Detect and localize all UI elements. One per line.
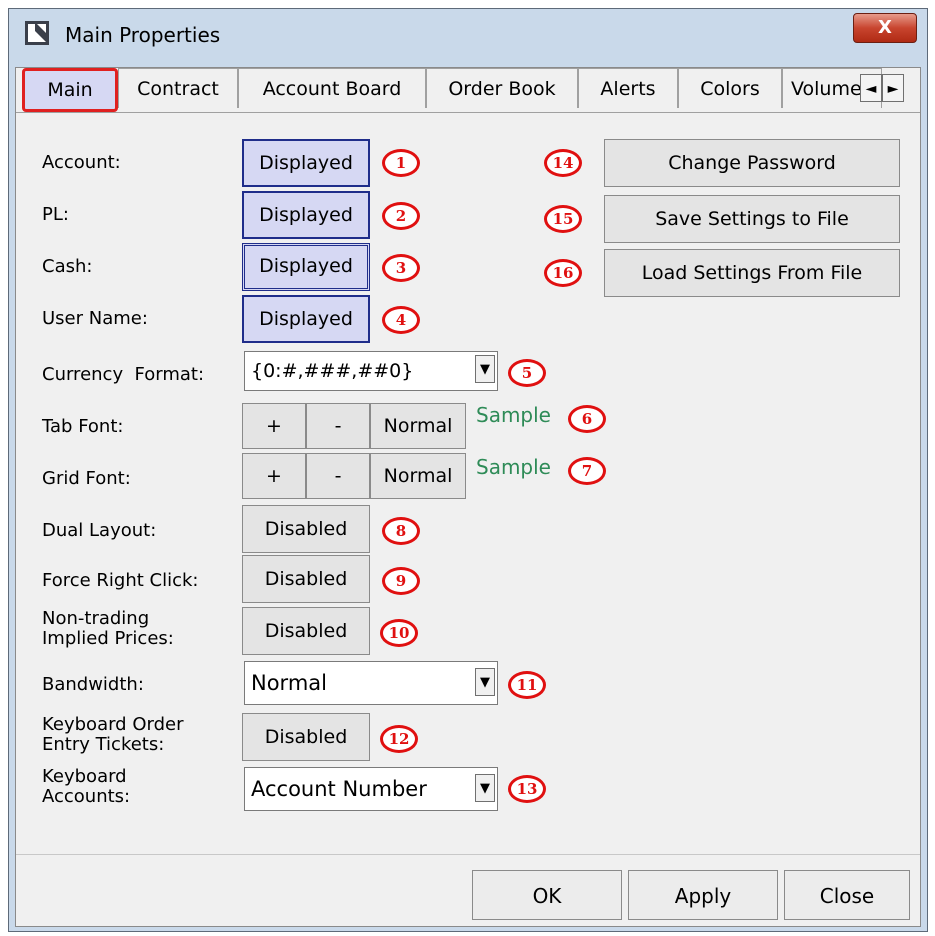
tab-font-increase-button[interactable]: +	[242, 403, 306, 449]
tab-contract[interactable]: Contract	[118, 68, 238, 108]
apply-button[interactable]: Apply	[628, 870, 778, 920]
keyboard-order-label-line1: Keyboard Order	[42, 714, 184, 735]
account-label: Account:	[42, 152, 121, 173]
keyboard-accounts-value: Account Number	[251, 777, 427, 801]
currency-format-value: {0:#,###,##0}	[251, 360, 414, 382]
badge-5: 5	[508, 359, 546, 387]
badge-7: 7	[568, 457, 606, 485]
chevron-down-icon[interactable]: ▼	[475, 668, 495, 696]
badge-11: 11	[508, 671, 546, 699]
badge-10: 10	[380, 619, 418, 647]
badge-16: 16	[544, 259, 582, 287]
bandwidth-select[interactable]: Normal ▼	[244, 661, 498, 705]
badge-1: 1	[382, 149, 420, 177]
grid-font-increase-button[interactable]: +	[242, 453, 306, 499]
tab-main[interactable]: Main	[22, 68, 118, 112]
currency-format-select[interactable]: {0:#,###,##0} ▼	[244, 351, 498, 391]
dialog-client: Main Contract Account Board Order Book A…	[15, 67, 921, 927]
main-tab-panel: Account: Displayed 1 PL: Displayed 2 Cas…	[16, 112, 920, 853]
force-right-click-label: Force Right Click:	[42, 570, 199, 591]
badge-13: 13	[508, 775, 546, 803]
badge-15: 15	[544, 205, 582, 233]
non-trading-label-line1: Non-trading	[42, 608, 150, 629]
dual-layout-toggle-button[interactable]: Disabled	[242, 505, 370, 553]
badge-3: 3	[382, 254, 420, 282]
tab-colors[interactable]: Colors	[678, 68, 782, 108]
window-title: Main Properties	[65, 23, 221, 47]
app-icon	[25, 21, 49, 45]
pl-toggle-button[interactable]: Displayed	[242, 191, 370, 239]
cash-toggle-button[interactable]: Displayed	[242, 243, 370, 291]
chevron-down-icon[interactable]: ▼	[475, 774, 495, 802]
user-name-toggle-button[interactable]: Displayed	[242, 295, 370, 343]
badge-2: 2	[382, 202, 420, 230]
badge-14: 14	[544, 149, 582, 177]
tab-strip: Main Contract Account Board Order Book A…	[22, 68, 904, 112]
badge-8: 8	[382, 517, 420, 545]
tab-font-label: Tab Font:	[42, 416, 124, 437]
keyboard-accounts-label-line2: Accounts:	[42, 786, 131, 807]
tab-scroll-right-icon[interactable]: ►	[882, 74, 904, 102]
keyboard-order-entry-toggle-button[interactable]: Disabled	[242, 713, 370, 761]
close-icon: X	[878, 17, 892, 38]
close-button[interactable]: Close	[784, 870, 910, 920]
keyboard-order-label-line2: Entry Tickets:	[42, 734, 165, 755]
keyboard-accounts-select[interactable]: Account Number ▼	[244, 767, 498, 811]
tab-alerts[interactable]: Alerts	[578, 68, 678, 108]
badge-6: 6	[568, 405, 606, 433]
bandwidth-value: Normal	[251, 671, 327, 695]
properties-window: Main Properties X Main Contract Account …	[8, 8, 928, 932]
save-settings-button[interactable]: Save Settings to File	[604, 195, 900, 243]
bandwidth-label: Bandwidth:	[42, 674, 144, 695]
badge-4: 4	[382, 306, 420, 334]
pl-label: PL:	[42, 204, 69, 225]
grid-font-decrease-button[interactable]: -	[306, 453, 370, 499]
window-close-button[interactable]: X	[853, 13, 917, 43]
chevron-down-icon[interactable]: ▼	[475, 355, 495, 383]
force-right-click-toggle-button[interactable]: Disabled	[242, 555, 370, 603]
currency-format-label: Currency Format:	[42, 364, 205, 385]
user-name-label: User Name:	[42, 308, 148, 329]
tab-font-sample: Sample	[476, 403, 551, 427]
tab-font-normal-button[interactable]: Normal	[370, 403, 466, 449]
non-trading-implied-prices-toggle-button[interactable]: Disabled	[242, 607, 370, 655]
keyboard-accounts-label-line1: Keyboard	[42, 766, 127, 787]
title-bar[interactable]: Main Properties X	[9, 9, 927, 59]
cash-label: Cash:	[42, 256, 93, 277]
tab-order-book[interactable]: Order Book	[426, 68, 578, 108]
grid-font-sample: Sample	[476, 455, 551, 479]
tab-font-decrease-button[interactable]: -	[306, 403, 370, 449]
grid-font-label: Grid Font:	[42, 468, 131, 489]
account-toggle-button[interactable]: Displayed	[242, 139, 370, 187]
tab-scroll-left-icon[interactable]: ◄	[860, 74, 882, 102]
badge-9: 9	[382, 567, 420, 595]
dual-layout-label: Dual Layout:	[42, 520, 157, 541]
ok-button[interactable]: OK	[472, 870, 622, 920]
grid-font-normal-button[interactable]: Normal	[370, 453, 466, 499]
badge-12: 12	[380, 725, 418, 753]
footer-divider	[16, 854, 920, 855]
tab-account-board[interactable]: Account Board	[238, 68, 426, 108]
change-password-button[interactable]: Change Password	[604, 139, 900, 187]
load-settings-button[interactable]: Load Settings From File	[604, 249, 900, 297]
non-trading-label-line2: Implied Prices:	[42, 628, 174, 649]
